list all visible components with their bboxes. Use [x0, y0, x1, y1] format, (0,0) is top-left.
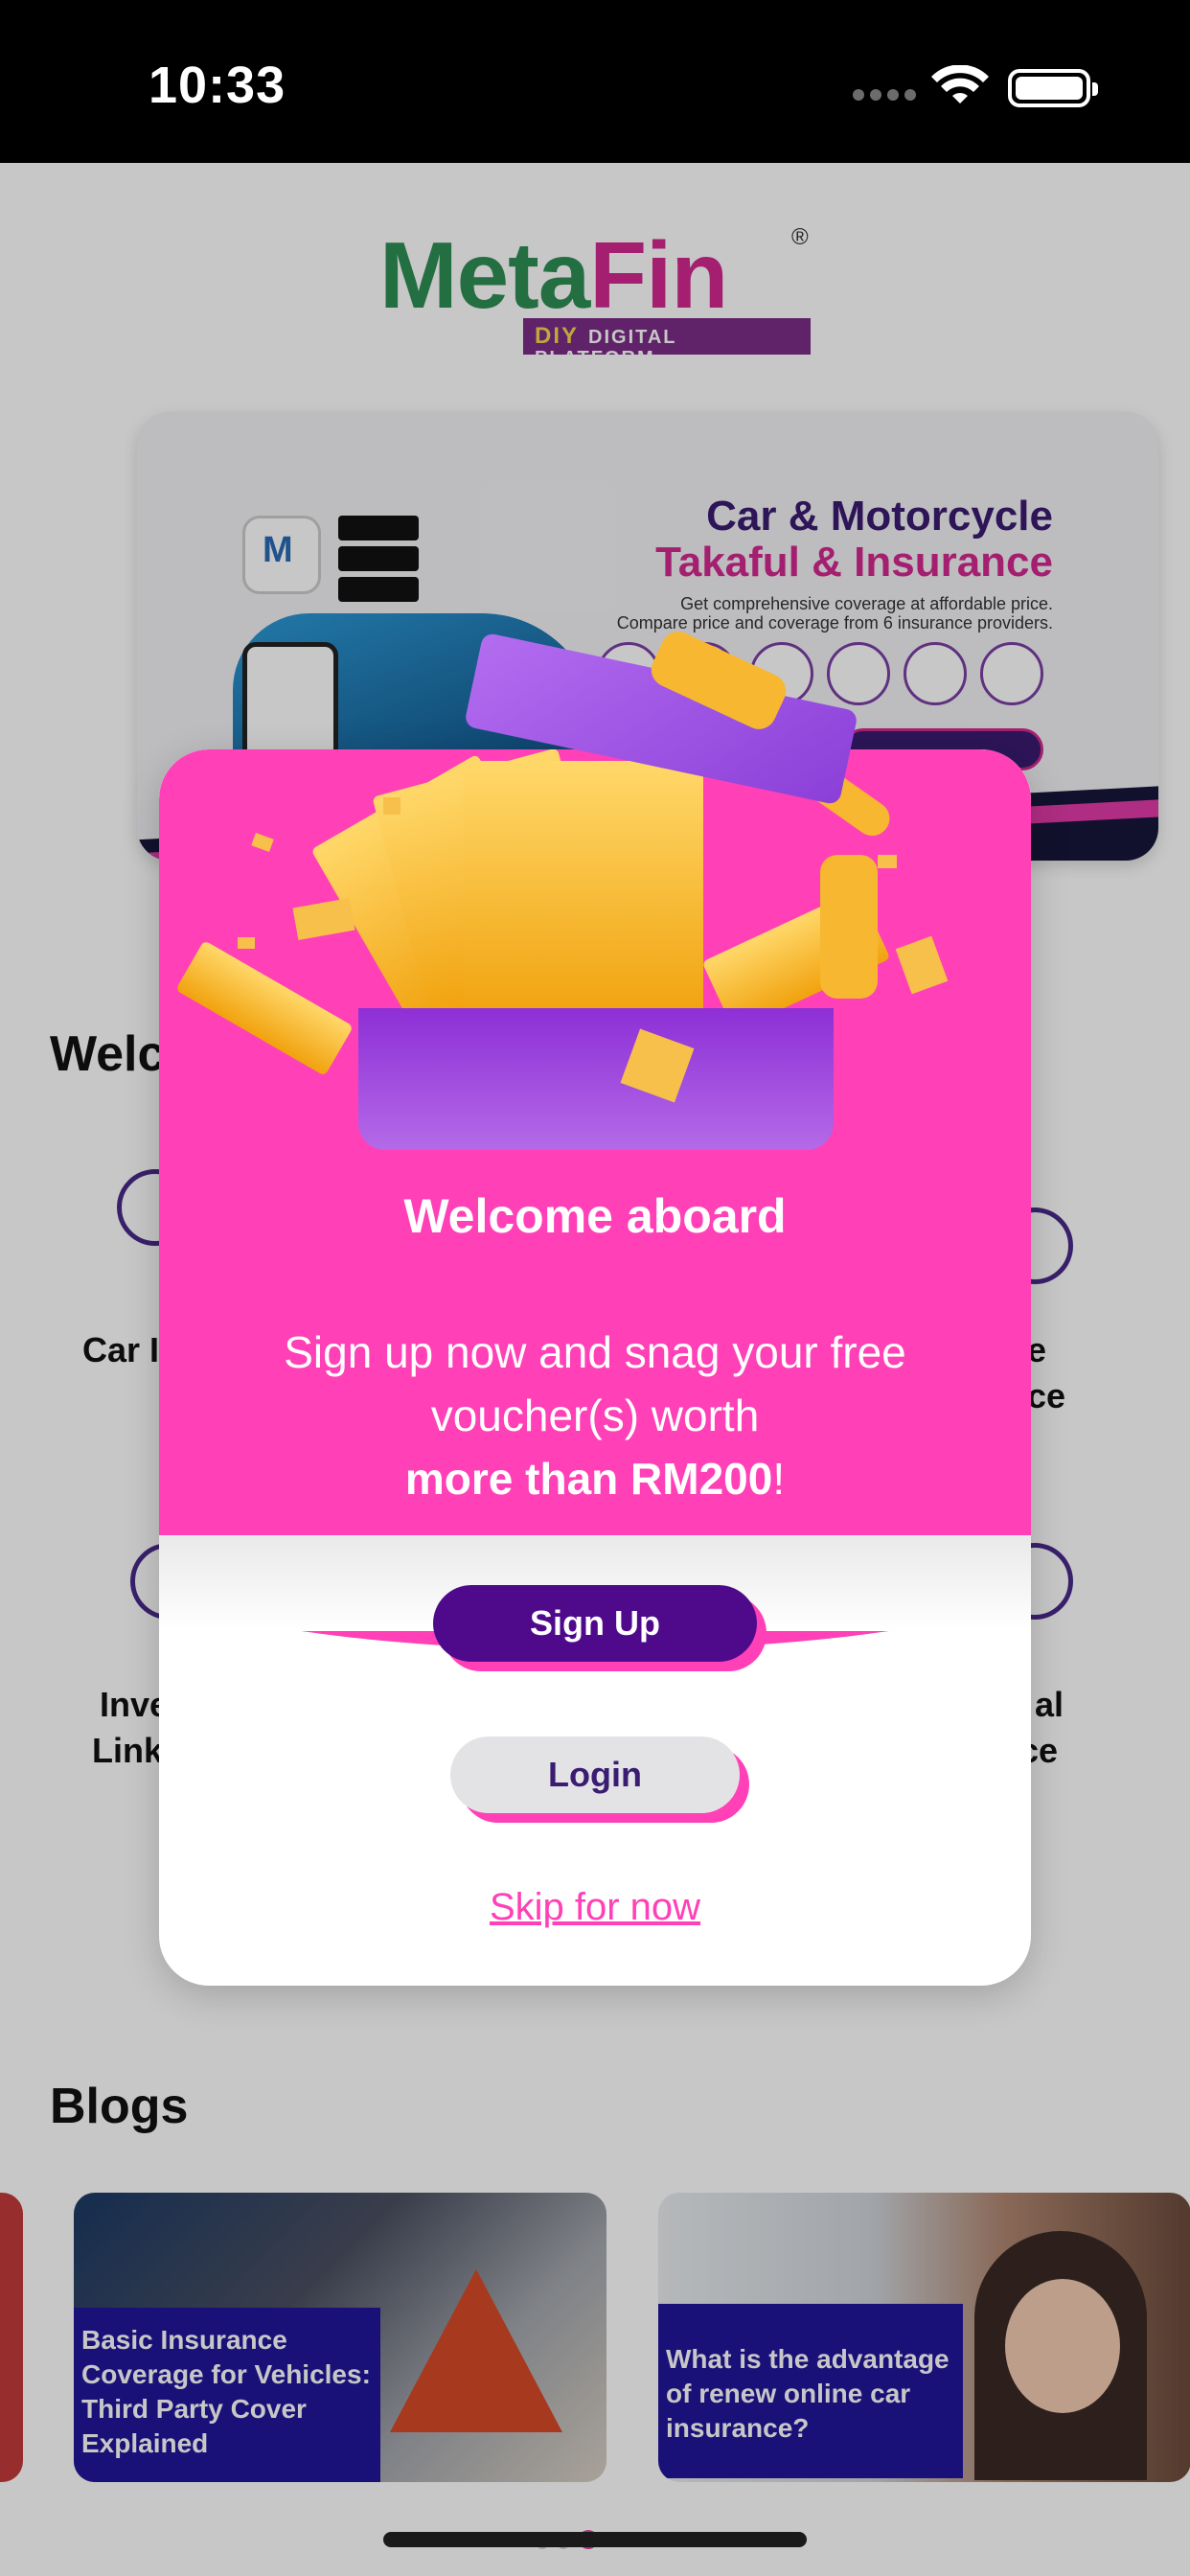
- home-indicator[interactable]: [383, 2532, 807, 2547]
- status-time: 10:33: [149, 57, 286, 114]
- skip-for-now-link[interactable]: Skip for now: [159, 1886, 1031, 1929]
- login-button-wrapper: Login: [450, 1736, 753, 1825]
- cellular-signal-icon: [853, 88, 922, 105]
- status-bar: 10:33: [0, 0, 1190, 163]
- modal-body-line3: more than RM200!: [217, 1447, 973, 1510]
- modal-body-highlight: more than RM200: [404, 1454, 773, 1504]
- modal-body-end: !: [772, 1454, 786, 1504]
- modal-title: Welcome aboard: [403, 1189, 787, 1243]
- battery-icon: [1008, 69, 1098, 107]
- modal-body-text: Sign up now and snag your free voucher(s…: [217, 1321, 973, 1510]
- wifi-icon: [931, 65, 989, 104]
- modal-body-line2: voucher(s) worth: [430, 1391, 760, 1440]
- login-button[interactable]: Login: [450, 1736, 740, 1813]
- sign-up-button-wrapper: Sign Up: [433, 1585, 768, 1673]
- modal-body-line1: Sign up now and snag your free: [284, 1327, 906, 1377]
- sign-up-button[interactable]: Sign Up: [433, 1585, 757, 1662]
- welcome-modal: Welcome aboard Sign up now and snag your…: [159, 749, 1031, 1986]
